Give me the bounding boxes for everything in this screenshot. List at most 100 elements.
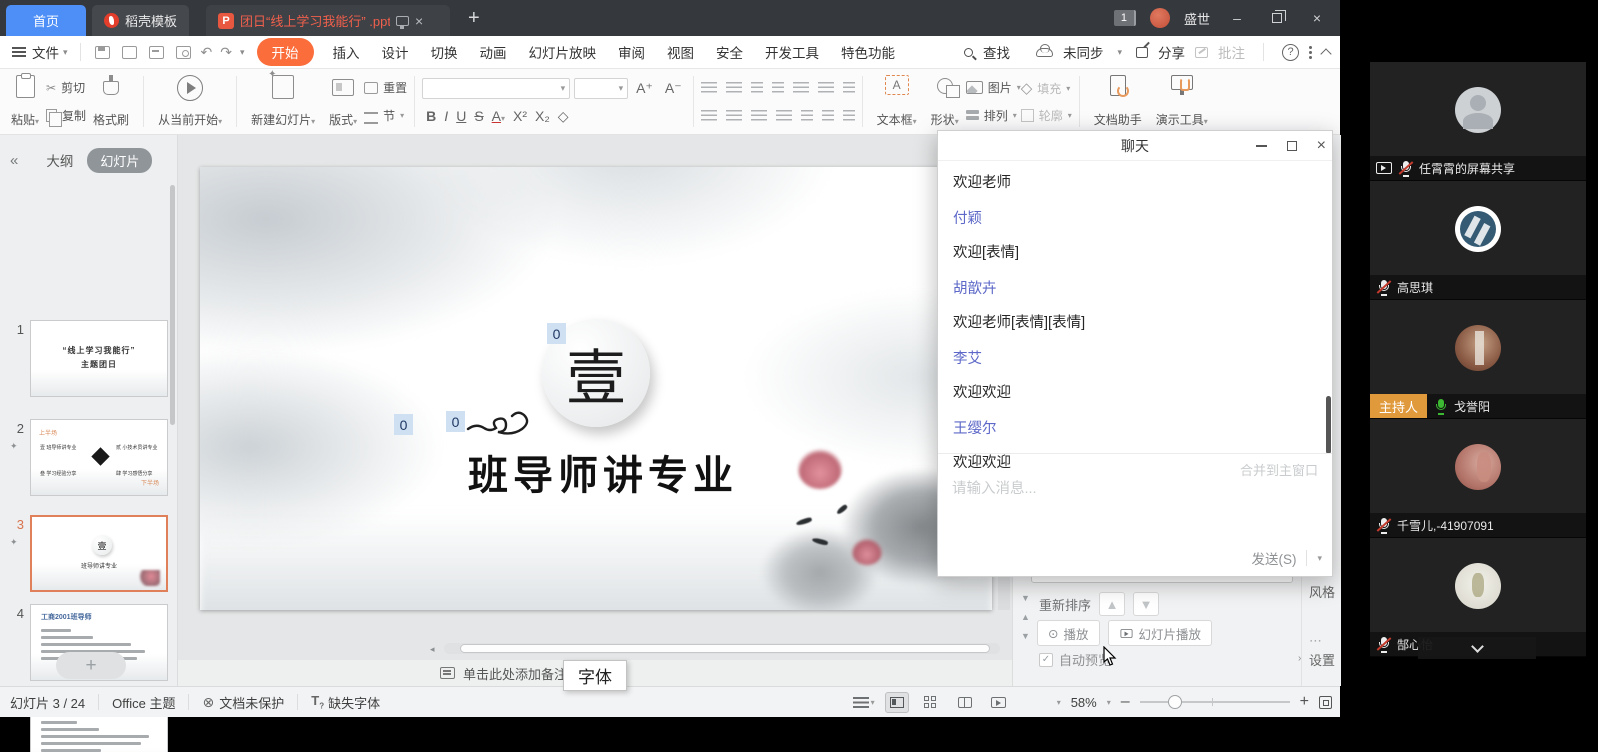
picture-button[interactable]: 图片▾ bbox=[966, 79, 1021, 96]
page-up-icon[interactable]: ▲ bbox=[1021, 612, 1030, 622]
slide-thumb-2[interactable]: 2 ✦ 上半场 壹 班导师讲专业 贰 小技术员讲专业 叁 学习经验分享 肆 学习… bbox=[0, 419, 178, 501]
section-button[interactable]: 节▾ bbox=[364, 107, 407, 124]
user-name[interactable]: 盛世 bbox=[1184, 9, 1210, 28]
collapse-panel-icon[interactable]: « bbox=[10, 152, 18, 169]
menu-tab-special[interactable]: 特色功能 bbox=[841, 42, 895, 62]
font-size-select[interactable]: ▾ bbox=[574, 78, 628, 99]
scroll-down-icon[interactable]: ▼ bbox=[1021, 593, 1030, 603]
scroll-left-icon[interactable]: ◂ bbox=[430, 644, 435, 655]
move-down-button[interactable]: ▼ bbox=[1133, 592, 1159, 616]
increase-indent-icon[interactable] bbox=[772, 82, 784, 93]
slideshow-view-button[interactable] bbox=[987, 692, 1011, 713]
outline-tab[interactable]: 大纲 bbox=[46, 150, 73, 170]
export-icon[interactable] bbox=[122, 46, 137, 59]
present-mode-icon[interactable] bbox=[396, 16, 409, 26]
save-icon[interactable] bbox=[95, 46, 110, 59]
align-left-icon[interactable] bbox=[701, 110, 717, 121]
subscript-button[interactable]: X₂ bbox=[535, 108, 550, 124]
menu-tab-animation[interactable]: 动画 bbox=[480, 42, 507, 62]
bullet-list-icon[interactable] bbox=[701, 82, 717, 93]
text-direction-icon[interactable] bbox=[793, 82, 809, 93]
columns-icon[interactable] bbox=[822, 110, 834, 121]
close-window-icon[interactable]: × bbox=[1304, 10, 1330, 26]
play-from-current-button[interactable]: 从当前开始▾ bbox=[151, 74, 229, 129]
line-spacing-icon[interactable] bbox=[818, 82, 834, 93]
paragraph-more-icon[interactable] bbox=[843, 110, 855, 121]
chat-input[interactable] bbox=[950, 480, 1250, 498]
layout-button[interactable]: 版式▾ bbox=[322, 74, 364, 129]
zoom-level[interactable]: 58% bbox=[1071, 695, 1097, 710]
align-text-icon[interactable] bbox=[843, 82, 855, 93]
tab-docer-templates[interactable]: 稻壳模板 bbox=[92, 5, 189, 36]
settings-tab[interactable]: 设置 bbox=[1309, 650, 1335, 669]
menu-tab-transition[interactable]: 切换 bbox=[431, 42, 458, 62]
restore-icon[interactable] bbox=[1272, 13, 1282, 23]
thumbnail[interactable]: “线上学习我能行” 主题团日 bbox=[30, 320, 168, 397]
textbox-button[interactable]: A 文本框▾ bbox=[870, 74, 924, 129]
align-center-icon[interactable] bbox=[726, 110, 742, 121]
minimize-icon[interactable]: – bbox=[1224, 10, 1250, 26]
participant-tile[interactable]: 高思琪 bbox=[1370, 181, 1586, 300]
zoom-in-button[interactable]: + bbox=[1300, 693, 1309, 711]
increase-font-button[interactable]: A⁺ bbox=[636, 80, 653, 97]
bold-button[interactable]: B bbox=[426, 108, 436, 124]
slide-thumb-1[interactable]: 1 “线上学习我能行” 主题团日 bbox=[0, 320, 178, 402]
undo-icon[interactable]: ↶ bbox=[201, 44, 213, 61]
send-button[interactable]: 发送(S) bbox=[1251, 548, 1296, 568]
horizontal-scrollbar-thumb[interactable] bbox=[460, 644, 990, 653]
share-label[interactable]: 分享 bbox=[1158, 42, 1185, 62]
paste-button[interactable]: 粘贴▾ bbox=[4, 74, 46, 129]
chevron-down-icon[interactable]: ▾ bbox=[63, 47, 68, 58]
new-tab-button[interactable]: + bbox=[468, 8, 480, 28]
italic-button[interactable]: I bbox=[444, 108, 448, 124]
quickbar-more-icon[interactable]: ▾ bbox=[240, 47, 245, 58]
slide-title[interactable]: 班导师讲专业 bbox=[458, 443, 748, 501]
chat-minimize-icon[interactable] bbox=[1256, 145, 1267, 147]
chat-sender[interactable]: 王缨尔 bbox=[953, 417, 1303, 438]
chevron-down-icon[interactable]: ▾ bbox=[1107, 698, 1111, 707]
find-label[interactable]: 查找 bbox=[983, 42, 1010, 62]
collapse-ribbon-icon[interactable] bbox=[1320, 48, 1331, 59]
reset-button[interactable]: 重置 bbox=[364, 79, 407, 96]
reading-view-button[interactable] bbox=[953, 692, 977, 713]
numbered-list-icon[interactable] bbox=[726, 82, 742, 93]
window-count-badge[interactable]: 1 bbox=[1114, 10, 1136, 26]
sync-status[interactable]: 未同步 bbox=[1063, 42, 1104, 62]
thumbnail-selected[interactable]: 壹 班导师讲专业 bbox=[30, 515, 168, 592]
participant-tile[interactable]: 千雪儿,-41907091 bbox=[1370, 419, 1586, 538]
close-tab-icon[interactable]: × bbox=[415, 13, 423, 29]
theme-label[interactable]: Office 主题 bbox=[112, 693, 175, 712]
decrease-font-button[interactable]: A⁻ bbox=[665, 80, 682, 97]
chat-message-list[interactable]: 欢迎老师 付颖 欢迎[表情] 胡歆卉 欢迎老师[表情][表情] 李艾 欢迎欢迎 … bbox=[953, 165, 1303, 472]
slide-canvas[interactable]: 壹 0 0 0 班导师讲专业 bbox=[200, 167, 992, 610]
play-animation-button[interactable]: ⊙播放 bbox=[1037, 620, 1100, 646]
animation-list-scroll-buttons[interactable]: ▼ ▲ ▼ bbox=[1021, 593, 1030, 641]
page-down-icon[interactable]: ▼ bbox=[1021, 631, 1030, 641]
chevron-down-icon[interactable]: ▾ bbox=[1117, 47, 1122, 58]
justify-icon[interactable] bbox=[776, 110, 792, 121]
slide-thumb-3-selected[interactable]: 3 ✦ 壹 班导师讲专业 bbox=[0, 515, 178, 597]
chat-sender[interactable]: 付颖 bbox=[953, 207, 1303, 228]
format-painter-button[interactable]: 格式刷 bbox=[86, 74, 136, 129]
menu-tab-slideshow[interactable]: 幻灯片放映 bbox=[529, 42, 597, 62]
superscript-button[interactable]: X² bbox=[513, 108, 527, 124]
fit-slide-button[interactable] bbox=[1319, 696, 1332, 709]
strikethrough-button[interactable]: S bbox=[474, 108, 483, 124]
slideshow-play-button[interactable]: 幻灯片播放 bbox=[1108, 620, 1213, 646]
animation-order-badge[interactable]: 0 bbox=[547, 323, 566, 344]
help-icon[interactable]: ? bbox=[1282, 44, 1299, 61]
chat-sender[interactable]: 胡歆卉 bbox=[953, 277, 1303, 298]
animation-order-badge[interactable]: 0 bbox=[394, 414, 413, 435]
menu-tab-devtools[interactable]: 开发工具 bbox=[765, 42, 819, 62]
menu-tab-home[interactable]: 开始 bbox=[257, 38, 314, 66]
add-slide-button[interactable]: + bbox=[56, 652, 126, 679]
horizontal-scrollbar[interactable] bbox=[444, 643, 1000, 654]
zoom-slider-handle[interactable] bbox=[1168, 695, 1182, 709]
distribute-icon[interactable] bbox=[801, 110, 813, 121]
menu-tab-design[interactable]: 设计 bbox=[382, 42, 409, 62]
font-color-button[interactable]: A▾ bbox=[492, 108, 505, 124]
user-avatar[interactable] bbox=[1150, 8, 1170, 28]
menu-tab-view[interactable]: 视图 bbox=[667, 42, 694, 62]
chat-close-icon[interactable]: × bbox=[1317, 137, 1326, 155]
participant-tile[interactable]: 主持人 戈誉阳 bbox=[1370, 300, 1586, 419]
